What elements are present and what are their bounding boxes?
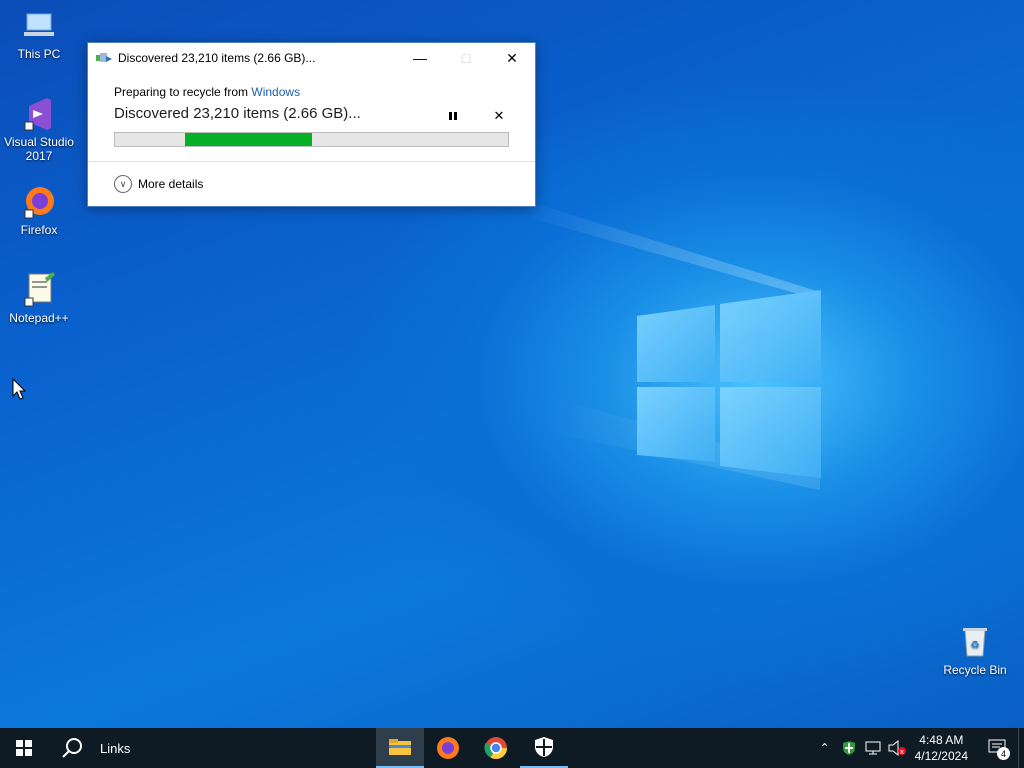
clock-date: 4/12/2024 (914, 749, 968, 763)
more-details-label: More details (138, 177, 204, 191)
dialog-title: Discovered 23,210 items (2.66 GB)... (118, 51, 316, 65)
close-icon: ✕ (493, 108, 505, 123)
taskbar-app-file-explorer[interactable] (376, 728, 424, 768)
close-icon: ✕ (506, 49, 518, 66)
desktop-icon-notepad-plus-plus[interactable]: Notepad++ (0, 272, 78, 325)
minimize-button[interactable]: — (397, 43, 443, 73)
maximize-icon: □ (461, 50, 471, 66)
pause-icon (449, 112, 457, 120)
search-button[interactable] (48, 728, 96, 768)
chevron-down-icon: ∨ (114, 175, 132, 193)
desktop-icon-label: Visual Studio 2017 (4, 135, 74, 163)
volume-button[interactable]: x (885, 728, 909, 768)
windows-logo (637, 290, 821, 478)
clock-time: 4:48 AM (919, 733, 964, 747)
desktop-icon-label: Recycle Bin (943, 663, 1007, 677)
desktop-icon-label: Notepad++ (9, 311, 69, 325)
file-operation-icon (96, 50, 112, 66)
mouse-cursor-icon (12, 378, 26, 400)
links-label: Links (100, 740, 131, 756)
taskbar-app-chrome[interactable] (472, 728, 520, 768)
svg-text:♻: ♻ (971, 640, 980, 651)
shield-icon (535, 737, 553, 757)
clock[interactable]: 4:48 AM 4/12/2024 (915, 732, 968, 764)
search-icon (62, 738, 82, 758)
cancel-button[interactable]: ✕ (490, 107, 508, 125)
source-folder-link[interactable]: Windows (251, 85, 300, 99)
divider (88, 161, 535, 162)
system-tray: ⌃ x 4:48 AM 4/12/2024 4 (813, 728, 1024, 768)
computer-icon (21, 8, 57, 44)
dialog-titlebar[interactable]: Discovered 23,210 items (2.66 GB)... — □… (88, 43, 535, 73)
recycle-bin-icon: ♻ (957, 624, 993, 660)
show-hidden-icons-button[interactable]: ⌃ (813, 728, 837, 768)
folder-icon (389, 739, 411, 755)
minimize-icon: — (413, 50, 427, 66)
start-button[interactable] (0, 728, 48, 768)
pause-button[interactable] (444, 107, 462, 125)
taskbar-app-firefox[interactable] (424, 728, 472, 768)
preparing-text: Preparing to recycle from Windows (114, 85, 300, 99)
firefox-icon (21, 184, 57, 220)
firefox-icon (437, 737, 459, 759)
volume-muted-icon: x (888, 740, 906, 756)
show-desktop-button[interactable] (1018, 728, 1024, 768)
desktop-icon-firefox[interactable]: Firefox (0, 184, 78, 237)
desktop-icon-visual-studio[interactable]: Visual Studio 2017 (0, 96, 78, 163)
maximize-button[interactable]: □ (443, 43, 489, 73)
desktop-icon-label: This PC (17, 47, 61, 61)
more-details-toggle[interactable]: ∨ More details (114, 175, 203, 193)
svg-text:x: x (900, 748, 904, 756)
taskbar: Links ⌃ x 4:48 AM 4/12/2024 4 (0, 728, 1024, 768)
status-text: Discovered 23,210 items (2.66 GB)... (114, 105, 361, 122)
chevron-up-icon: ⌃ (819, 741, 830, 755)
network-icon (865, 741, 881, 755)
taskbar-app-windows-security[interactable] (520, 728, 568, 768)
network-button[interactable] (861, 728, 885, 768)
progress-bar (114, 132, 509, 147)
desktop-icon-this-pc[interactable]: This PC (0, 8, 78, 61)
chrome-icon (484, 737, 507, 759)
desktop-icon-label: Firefox (20, 223, 58, 237)
shield-check-icon (842, 741, 855, 755)
visual-studio-icon (21, 96, 57, 132)
notification-count-badge: 4 (997, 747, 1010, 760)
action-center-button[interactable]: 4 (978, 728, 1018, 768)
windows-icon (16, 740, 32, 756)
preparing-prefix: Preparing to recycle from (114, 85, 252, 99)
notepad-plus-plus-icon (21, 272, 57, 308)
links-toolbar[interactable]: Links (96, 728, 376, 768)
security-tray-button[interactable] (837, 728, 861, 768)
desktop-icon-recycle-bin[interactable]: ♻ Recycle Bin (936, 624, 1014, 677)
delete-progress-dialog: Discovered 23,210 items (2.66 GB)... — □… (87, 42, 536, 207)
progress-fill (185, 133, 312, 146)
close-button[interactable]: ✕ (489, 43, 535, 73)
